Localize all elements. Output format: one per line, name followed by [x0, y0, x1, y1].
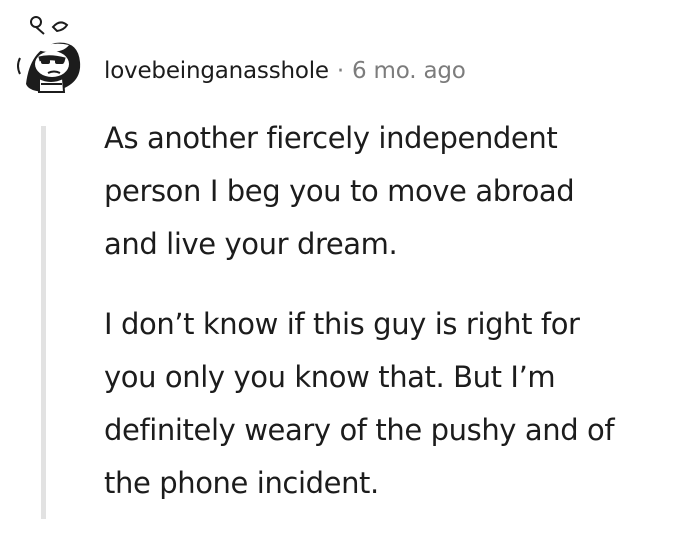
comment-meta: lovebeinganasshole · 6 mo. ago	[104, 54, 466, 88]
meta-separator: ·	[336, 58, 344, 84]
comment-timestamp[interactable]: 6 mo. ago	[352, 58, 466, 84]
comment: lovebeinganasshole · 6 mo. ago As anothe…	[0, 0, 700, 519]
comment-body: As another fiercely independent person I…	[104, 112, 694, 537]
comment-paragraph-2: I don’t know if this guy is right for yo…	[104, 307, 615, 500]
comment-author-link[interactable]: lovebeinganasshole	[104, 58, 329, 84]
comment-paragraph-1: As another fiercely independent person I…	[104, 121, 575, 261]
avatar-graphic	[17, 16, 81, 93]
snoo-avatar-icon[interactable]	[8, 12, 86, 94]
thread-collapse-line[interactable]	[41, 126, 46, 519]
